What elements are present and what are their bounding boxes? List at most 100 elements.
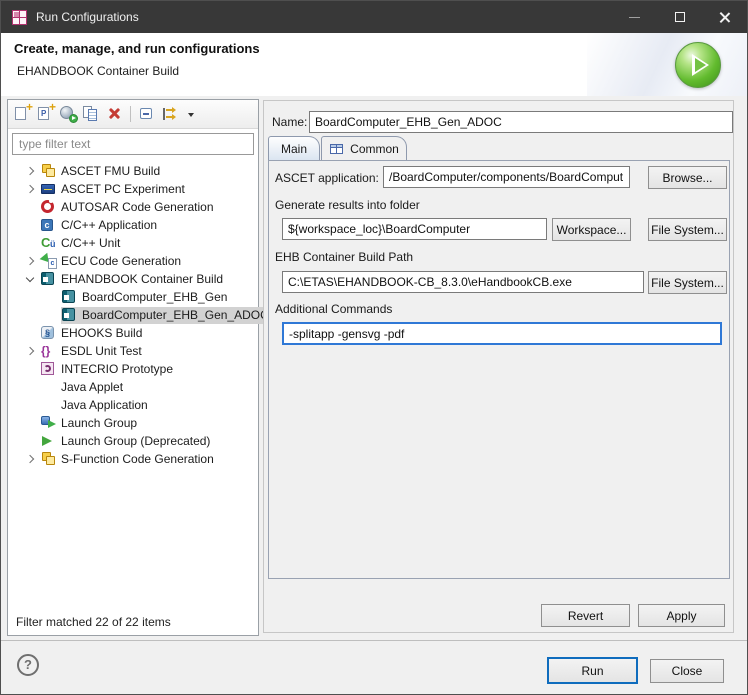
launch-group-deprecated-icon bbox=[40, 433, 58, 449]
header-subtitle: EHANDBOOK Container Build bbox=[17, 64, 180, 78]
c-unit-icon: Cü bbox=[41, 235, 56, 250]
tree-item-ehooks-build[interactable]: § EHOOKS Build bbox=[8, 324, 258, 342]
export-launch-configurations-button[interactable] bbox=[59, 105, 78, 123]
duplicate-launch-configuration-button[interactable] bbox=[82, 105, 100, 123]
ascet-application-input[interactable] bbox=[383, 166, 630, 188]
titlebar: Run Configurations bbox=[1, 1, 747, 33]
apply-button[interactable]: Apply bbox=[638, 604, 725, 627]
no-icon bbox=[40, 379, 58, 395]
ecu-codegen-icon: c bbox=[39, 252, 58, 269]
ehandbook-icon bbox=[61, 307, 79, 323]
tree-item-label: S-Function Code Generation bbox=[61, 452, 214, 466]
tree-item-autosar-code-generation[interactable]: AUTOSAR Code Generation bbox=[8, 198, 258, 216]
ascet-fmu-icon bbox=[40, 163, 58, 179]
tree-item-intecrio-prototype[interactable]: INTECRIO Prototype bbox=[8, 360, 258, 378]
collapse-all-button[interactable] bbox=[138, 105, 156, 123]
tree-item-c-c-application[interactable]: c C/C++ Application bbox=[8, 216, 258, 234]
collapsed-chevron-icon[interactable] bbox=[22, 343, 40, 359]
run-button[interactable]: Run bbox=[547, 657, 638, 684]
tab-main[interactable]: Main bbox=[268, 136, 320, 160]
name-input[interactable] bbox=[309, 111, 733, 133]
tree-item-label: INTECRIO Prototype bbox=[61, 362, 174, 376]
filter-status: Filter matched 22 of 22 items bbox=[16, 615, 171, 629]
tree-item-launch-group[interactable]: Launch Group bbox=[8, 414, 258, 432]
tree-item-s-function-code-generation[interactable]: S-Function Code Generation bbox=[8, 450, 258, 468]
run-configurations-dialog: Run Configurations Create, manage, and r… bbox=[0, 0, 748, 695]
filter-launch-configurations-button[interactable] bbox=[161, 105, 179, 123]
tree-item-label: ASCET PC Experiment bbox=[61, 182, 185, 196]
run-configurations-icon bbox=[12, 9, 27, 25]
file-system-button-ehb[interactable]: File System... bbox=[648, 271, 727, 294]
maximize-icon bbox=[674, 12, 685, 22]
tree-item-boardcomputer-ehb-gen[interactable]: BoardComputer_EHB_Gen bbox=[8, 288, 258, 306]
collapsed-chevron-icon[interactable] bbox=[22, 181, 40, 197]
no-icon bbox=[40, 397, 58, 413]
dialog-header: Create, manage, and run configurations E… bbox=[1, 33, 747, 96]
additional-commands-label: Additional Commands bbox=[275, 302, 393, 316]
button-bar: ? Run Close bbox=[1, 640, 747, 694]
browse-button[interactable]: Browse... bbox=[648, 166, 727, 189]
tree-item-ascet-fmu-build[interactable]: ASCET FMU Build bbox=[8, 162, 258, 180]
tree-item-label: Launch Group bbox=[61, 416, 138, 430]
ascet-application-label: ASCET application: bbox=[275, 171, 379, 185]
ehb-build-path-label: EHB Container Build Path bbox=[275, 250, 414, 264]
tab-common[interactable]: Common bbox=[321, 136, 407, 160]
ascet-pc-icon bbox=[40, 181, 58, 197]
launch-group-icon bbox=[40, 415, 58, 431]
revert-button[interactable]: Revert bbox=[541, 604, 630, 627]
tree-item-esdl-unit-test[interactable]: {} ESDL Unit Test bbox=[8, 342, 258, 360]
toolbar-separator bbox=[130, 106, 131, 122]
toolbar-menu-button[interactable] bbox=[184, 105, 202, 123]
tree-item-label: ECU Code Generation bbox=[61, 254, 182, 268]
tree-item-label: Java Applet bbox=[61, 380, 124, 394]
close-button[interactable]: Close bbox=[650, 659, 724, 683]
filter-input[interactable] bbox=[12, 133, 254, 155]
close-window-button[interactable] bbox=[702, 1, 747, 33]
tree-item-label: BoardComputer_EHB_Gen_ADOC bbox=[82, 308, 269, 322]
additional-commands-input[interactable] bbox=[282, 322, 722, 345]
configurations-panel: +P+ ASCET FMU Build ASCET PC Experiment AU… bbox=[7, 99, 273, 636]
tree-item-ehandbook-container-build[interactable]: EHANDBOOK Container Build bbox=[8, 270, 258, 288]
expanded-chevron-icon[interactable] bbox=[22, 271, 40, 287]
collapsed-chevron-icon[interactable] bbox=[22, 253, 40, 269]
tree-item-label: C/C++ Unit bbox=[61, 236, 121, 250]
maximize-button[interactable] bbox=[657, 1, 702, 33]
new-launch-prototype-button[interactable]: P + bbox=[36, 101, 56, 123]
tree-item-java-application[interactable]: Java Application bbox=[8, 396, 258, 414]
tree-item-boardcomputer-ehb-gen-adoc[interactable]: BoardComputer_EHB_Gen_ADOC bbox=[8, 306, 273, 324]
minimize-button[interactable] bbox=[612, 1, 657, 33]
results-folder-label: Generate results into folder bbox=[275, 198, 420, 212]
tree-toolbar: + P + bbox=[8, 100, 258, 129]
tree-item-ascet-pc-experiment[interactable]: ASCET PC Experiment bbox=[8, 180, 258, 198]
tree-item-label: BoardComputer_EHB_Gen bbox=[82, 290, 228, 304]
tree-item-ecu-code-generation[interactable]: c ECU Code Generation bbox=[8, 252, 258, 270]
name-label: Name: bbox=[272, 115, 308, 129]
table-icon bbox=[329, 141, 345, 157]
c-application-icon: c bbox=[40, 217, 58, 233]
file-system-button-results[interactable]: File System... bbox=[648, 218, 727, 241]
collapsed-chevron-icon[interactable] bbox=[22, 163, 40, 179]
collapsed-chevron-icon[interactable] bbox=[22, 451, 40, 467]
new-launch-configuration-button[interactable]: + bbox=[13, 101, 33, 123]
tree-item-java-applet[interactable]: Java Applet bbox=[8, 378, 258, 396]
help-button[interactable]: ? bbox=[17, 654, 39, 676]
ehandbook-icon bbox=[40, 271, 58, 287]
results-folder-input[interactable] bbox=[282, 218, 547, 240]
tree-item-c-c-unit[interactable]: Cü C/C++ Unit bbox=[8, 234, 258, 252]
tree-item-launch-group-deprecated[interactable]: Launch Group (Deprecated) bbox=[8, 432, 258, 450]
ehb-build-path-input[interactable] bbox=[282, 271, 644, 293]
workspace-button[interactable]: Workspace... bbox=[552, 218, 631, 241]
header-title: Create, manage, and run configurations bbox=[14, 41, 260, 56]
tree-item-label: Launch Group (Deprecated) bbox=[61, 434, 211, 448]
run-banner-icon bbox=[675, 42, 721, 88]
ehooks-icon: § bbox=[40, 325, 58, 341]
tree-item-label: Java Application bbox=[61, 398, 148, 412]
autosar-icon bbox=[40, 199, 58, 215]
delete-launch-configuration-button[interactable] bbox=[105, 105, 123, 123]
